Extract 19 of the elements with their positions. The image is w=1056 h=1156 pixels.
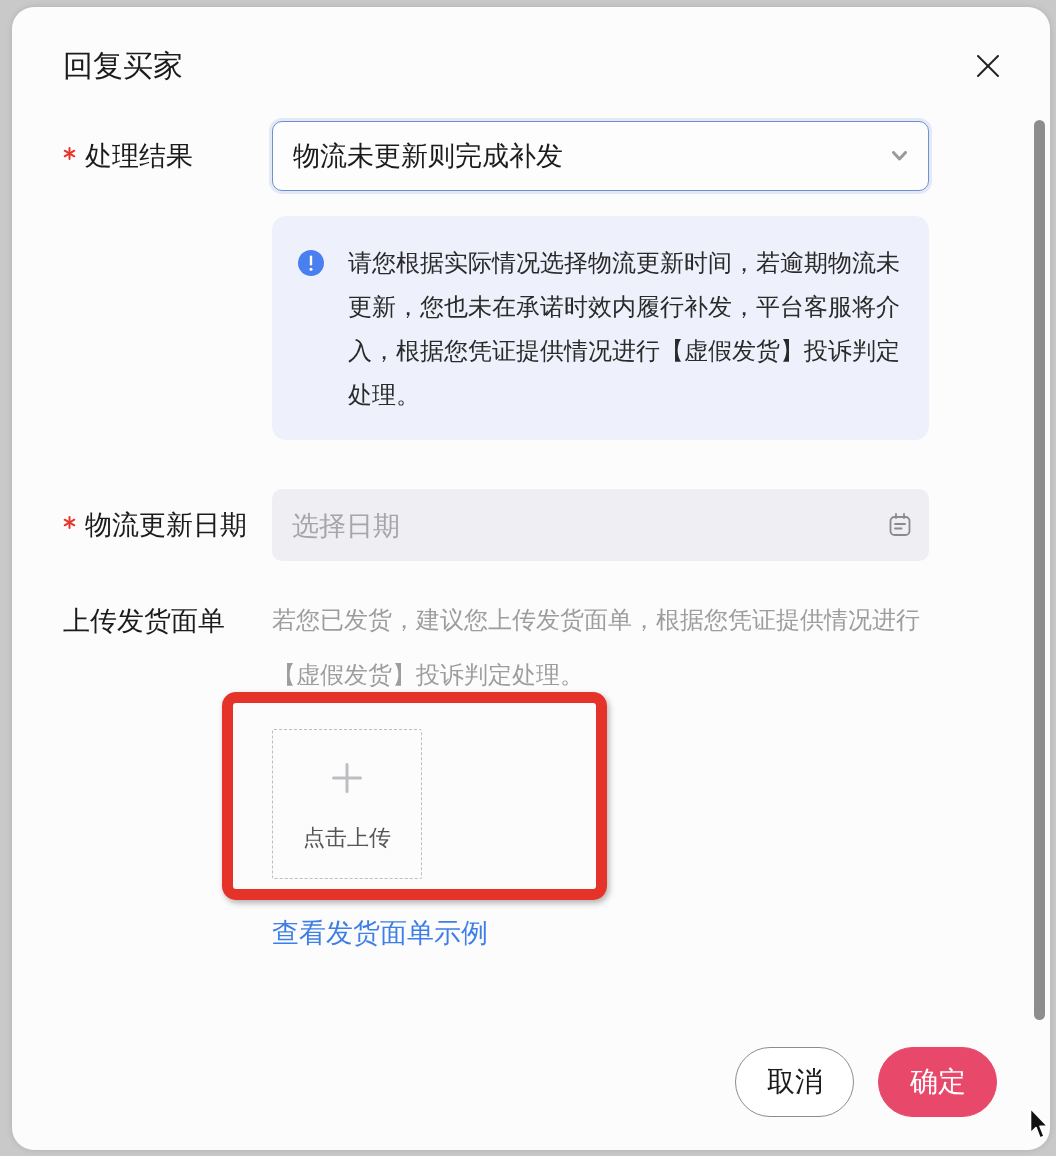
field-label: 物流更新日期 (85, 508, 247, 542)
field-label: 上传发货面单 (63, 604, 225, 638)
select-field[interactable]: 物流未更新则完成补发 (272, 121, 929, 191)
upload-button[interactable]: 点击上传 (272, 729, 422, 879)
calendar-icon[interactable] (889, 513, 911, 537)
close-button[interactable] (977, 55, 999, 77)
date-field[interactable]: 选择日期 (272, 489, 929, 561)
upload-hint: 若您已发货，建议您上传发货面单，根据您凭证提供情况进行【虚假发货】投诉判定处理。 (272, 605, 921, 691)
scrollbar-thumb[interactable] (1034, 120, 1045, 1020)
chevron-down-icon (892, 151, 907, 161)
exclamation-icon (298, 250, 324, 276)
cancel-button[interactable]: 取消 (735, 1047, 854, 1117)
plus-icon (332, 763, 362, 793)
field-label: 处理结果 (85, 139, 193, 173)
sample-link[interactable]: 查看发货面单示例 (272, 913, 488, 953)
confirm-button[interactable]: 确定 (878, 1047, 997, 1117)
close-icon (977, 55, 999, 77)
notice-text: 请您根据实际情况选择物流更新时间，若逾期物流未更新，您也未在承诺时效内履行补发，平台客服将介入，根据您凭证提供情况进行【虚假发货】投诉判定处理。 (348, 248, 901, 411)
dialog-title: 回复买家 (63, 47, 183, 85)
